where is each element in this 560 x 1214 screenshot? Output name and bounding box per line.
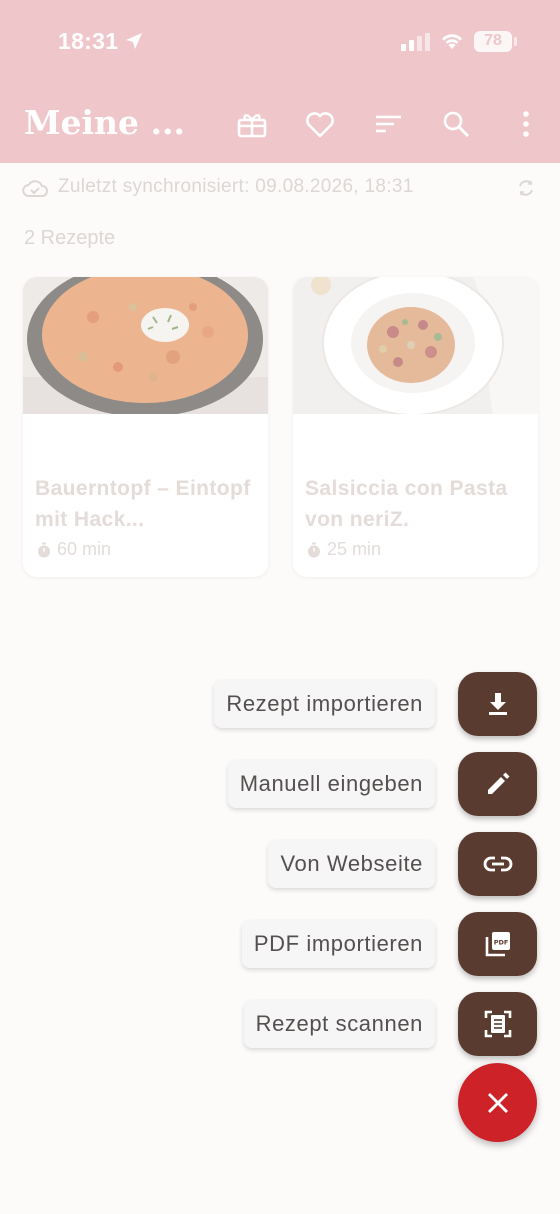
download-icon bbox=[488, 693, 507, 715]
timer-icon bbox=[308, 542, 320, 557]
timer-icon bbox=[38, 542, 50, 557]
pdf-icon: PDF bbox=[485, 932, 510, 957]
import-recipe-label[interactable]: Rezept importieren bbox=[214, 680, 435, 728]
document-scanner-icon bbox=[484, 1010, 511, 1038]
cloud-done-icon bbox=[22, 180, 48, 197]
recipe-title: Salsiccia con Pasta von neriZ. bbox=[305, 477, 508, 531]
stew-bowl-image bbox=[23, 277, 268, 414]
wifi-icon bbox=[442, 34, 462, 49]
from-website-button[interactable] bbox=[458, 832, 537, 896]
signal-icon bbox=[401, 33, 430, 51]
app-header: 18:31 78 Meine ... bbox=[0, 0, 560, 163]
sort-icon[interactable] bbox=[372, 108, 404, 140]
recipe-time: 25 min bbox=[307, 539, 381, 560]
link-icon bbox=[483, 856, 512, 872]
battery-icon: 78 bbox=[474, 31, 512, 52]
more-vert-icon[interactable] bbox=[510, 108, 542, 140]
recipe-time: 60 min bbox=[37, 539, 111, 560]
pdf-import-label[interactable]: PDF importieren bbox=[241, 920, 435, 968]
heart-icon[interactable] bbox=[304, 108, 336, 140]
import-recipe-button[interactable] bbox=[458, 672, 537, 736]
manual-entry-label[interactable]: Manuell eingeben bbox=[227, 760, 435, 808]
scan-recipe-label[interactable]: Rezept scannen bbox=[243, 1000, 435, 1048]
gift-icon[interactable] bbox=[236, 108, 268, 140]
close-icon bbox=[487, 1092, 508, 1113]
svg-text:PDF: PDF bbox=[493, 939, 508, 947]
recipe-title: Bauerntopf – Eintopf mit Hack... bbox=[35, 477, 251, 531]
pasta-plate-image bbox=[293, 277, 538, 414]
recipe-card[interactable]: Bauerntopf – Eintopf mit Hack... 60 min bbox=[23, 277, 268, 577]
recipe-time-value: 60 min bbox=[57, 539, 112, 559]
recipe-time-value: 25 min bbox=[327, 539, 382, 559]
refresh-icon[interactable] bbox=[516, 178, 536, 198]
battery-nub bbox=[514, 37, 517, 46]
pencil-icon bbox=[487, 772, 509, 794]
pdf-import-button[interactable]: PDF bbox=[458, 912, 537, 976]
manual-entry-button[interactable] bbox=[458, 752, 537, 816]
recipe-card[interactable]: Salsiccia con Pasta von neriZ. 25 min bbox=[293, 277, 538, 577]
battery-level: 78 bbox=[484, 32, 502, 49]
scan-recipe-button[interactable] bbox=[458, 992, 537, 1056]
sync-status-text: Zuletzt synchronisiert: 09.08.2026, 18:3… bbox=[58, 176, 414, 197]
page-title: Meine ... bbox=[24, 103, 186, 142]
close-speed-dial-button[interactable] bbox=[458, 1063, 537, 1142]
from-website-label[interactable]: Von Webseite bbox=[268, 840, 435, 888]
sync-status-row: Zuletzt synchronisiert: 09.08.2026, 18:3… bbox=[22, 175, 542, 201]
location-arrow-icon bbox=[126, 33, 142, 49]
recipe-count: 2 Rezepte bbox=[24, 227, 116, 249]
search-icon[interactable] bbox=[440, 108, 472, 140]
status-time: 18:31 bbox=[58, 28, 119, 54]
